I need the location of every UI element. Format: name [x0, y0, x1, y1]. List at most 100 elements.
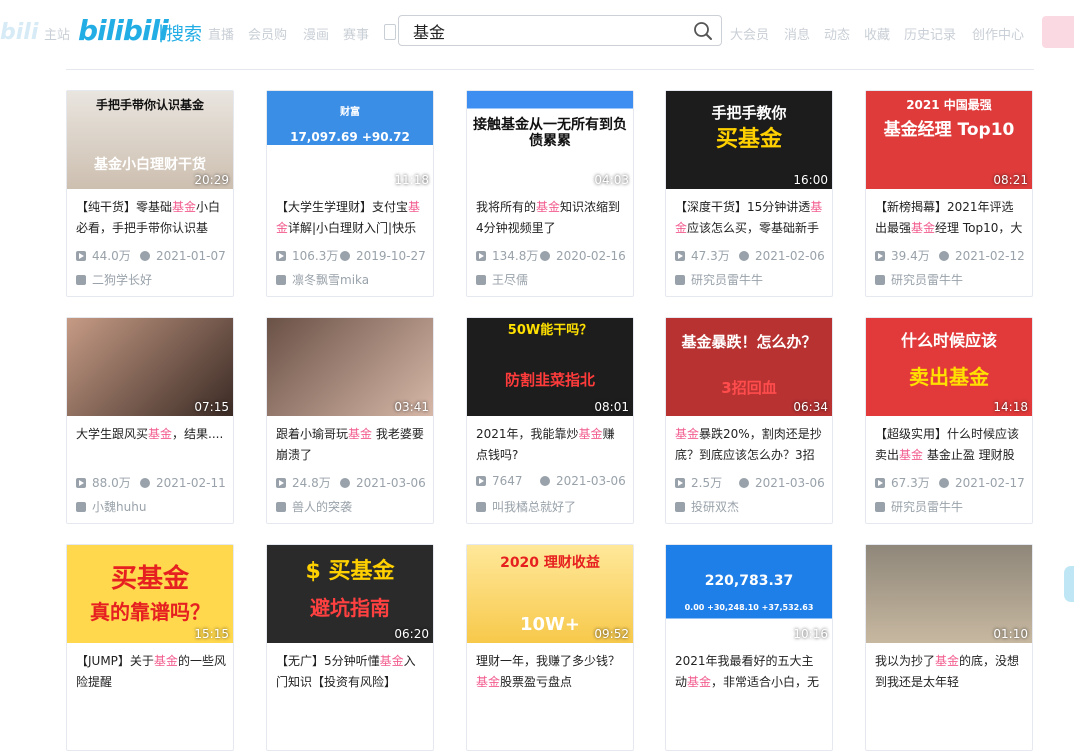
video-thumbnail[interactable]: 2021 中国最强 基金经理 Top10 08:21 — [866, 91, 1032, 189]
video-thumbnail[interactable]: 2020 理财收益 10W+ 09:52 — [467, 545, 633, 643]
uploader-name: 投研双杰 — [691, 500, 740, 514]
video-card[interactable]: 03:41 跟着小瑜哥玩基金 我老婆要崩溃了 24.8万 2021-03-06 … — [266, 317, 434, 524]
video-title[interactable]: 【纯干货】零基础基金小白必看，手把手带你认识基 — [76, 197, 226, 239]
upload-date: 2021-03-06 — [755, 475, 825, 490]
play-count-icon — [675, 477, 685, 488]
video-thumbnail[interactable]: $ 买基金 避坑指南 06:20 — [267, 545, 433, 643]
bilibili-logo[interactable]: bilibili — [78, 14, 169, 47]
thumbnail-caption: 买基金 — [110, 564, 189, 594]
video-title[interactable]: 2021年我最看好的五大主动基金，非常适合小白，无需 — [675, 651, 825, 693]
ghost-logo: bili — [0, 20, 39, 45]
video-thumbnail[interactable]: 03:41 — [267, 318, 433, 416]
uploader[interactable]: 研究员雷牛牛 — [675, 271, 763, 288]
video-title[interactable]: 大学生跟风买基金，结果.... — [76, 424, 226, 466]
video-title[interactable]: 我以为抄了基金的底，没想到我还是太年轻 — [875, 651, 1025, 693]
clock-icon — [540, 250, 550, 261]
video-title[interactable]: 理财一年，我赚了多少钱？ 基金股票盈亏盘点 — [476, 651, 626, 693]
video-thumbnail[interactable]: 17,097.69 +90.72 财富 11:18 — [267, 91, 433, 189]
play-count: 39.4万 — [891, 249, 930, 263]
video-title[interactable]: 【大学生学理财】支付宝基金详解|小白理财入门|快乐 — [276, 197, 426, 239]
title-text-rest: ，结果.... — [172, 427, 224, 441]
video-title[interactable]: 【JUMP】关于基金的一些风险提醒 — [76, 651, 226, 693]
video-card[interactable]: 2020 理财收益 10W+ 09:52 理财一年，我赚了多少钱？ 基金股票盈亏盘… — [466, 544, 634, 751]
play-count-icon — [76, 477, 86, 488]
video-thumbnail[interactable]: 接触基金从一无所有到负债累累 04:03 — [467, 91, 633, 189]
nav-vip[interactable]: 大会员 — [730, 24, 769, 43]
video-title[interactable]: 【超级实用】什么时候应该卖出基金 基金止盈 理财股票 — [875, 424, 1025, 466]
video-title[interactable]: 我将所有的基金知识浓缩到4分钟视频里了 — [476, 197, 626, 239]
video-thumbnail[interactable]: 什么时候应该 卖出基金 14:18 — [866, 318, 1032, 416]
nav-events[interactable]: 赛事 — [343, 24, 369, 43]
uploader[interactable]: 王尽儒 — [476, 271, 528, 288]
uploader-name: 兽人的突袭 — [292, 500, 353, 514]
video-card[interactable]: 什么时候应该 卖出基金 14:18 【超级实用】什么时候应该卖出基金 基金止盈 … — [865, 317, 1033, 524]
nav-creator[interactable]: 创作中心 — [972, 24, 1024, 43]
play-count: 24.8万 — [292, 476, 331, 490]
upload-date: 2020-02-16 — [556, 248, 626, 263]
nav-main-site[interactable]: 主站 — [44, 24, 70, 43]
video-card[interactable]: 17,097.69 +90.72 财富 11:18 【大学生学理财】支付宝基金详… — [266, 90, 434, 297]
play-count: 67.3万 — [891, 476, 930, 490]
search-input[interactable] — [413, 20, 683, 42]
download-icon[interactable] — [384, 24, 396, 40]
title-keyword: 基金 — [578, 427, 603, 441]
video-card[interactable]: 买基金 真的靠谱吗？ 15:15 【JUMP】关于基金的一些风险提醒 — [66, 544, 234, 751]
uploader-icon — [675, 274, 685, 285]
nav-favorites[interactable]: 收藏 — [864, 24, 890, 43]
side-float-icon[interactable] — [1064, 566, 1074, 602]
nav-messages[interactable]: 消息 — [784, 24, 810, 43]
nav-live[interactable]: 直播 — [208, 24, 234, 43]
video-title[interactable]: 【无广】5分钟听懂基金入门知识【投资有风险】 — [276, 651, 426, 693]
video-thumbnail[interactable]: 01:10 — [866, 545, 1032, 643]
thumbnail-subcaption: 0.00 +30,248.10 +37,532.63 — [684, 603, 814, 612]
video-card[interactable]: $ 买基金 避坑指南 06:20 【无广】5分钟听懂基金入门知识【投资有风险】 — [266, 544, 434, 751]
uploader[interactable]: 研究员雷牛牛 — [875, 498, 963, 515]
video-card[interactable]: 手把手带你认识基金 基金小白理财干货 20:29 【纯干货】零基础基金小白必看，… — [66, 90, 234, 297]
title-keyword: 基金 — [687, 675, 712, 689]
search-icon[interactable] — [693, 21, 713, 41]
video-card[interactable]: 50W能干吗？ 防割韭菜指北 08:01 2021年，我能靠炒基金赚点钱吗? 7… — [466, 317, 634, 524]
uploader[interactable]: 兽人的突袭 — [276, 498, 352, 515]
uploader-name: 二狗学长好 — [92, 273, 153, 287]
video-thumbnail[interactable]: 基金暴跌！怎么办？ 3招回血 06:34 — [666, 318, 832, 416]
video-thumbnail[interactable]: 50W能干吗？ 防割韭菜指北 08:01 — [467, 318, 633, 416]
video-title[interactable]: 【新榜揭幕】2021年评选出最强基金经理 Top10，大学 — [875, 197, 1025, 239]
video-card[interactable]: 2021 中国最强 基金经理 Top10 08:21 【新榜揭幕】2021年评选… — [865, 90, 1033, 297]
video-card[interactable]: 01:10 我以为抄了基金的底，没想到我还是太年轻 — [865, 544, 1033, 751]
video-card[interactable]: 220,783.37 0.00 +30,248.10 +37,532.63 10… — [665, 544, 833, 751]
uploader[interactable]: 凛冬飘雪mika — [276, 271, 369, 288]
nav-dynamic[interactable]: 动态 — [824, 24, 850, 43]
uploader[interactable]: 研究员雷牛牛 — [875, 271, 963, 288]
video-thumbnail[interactable]: 手把手教你 买基金 16:00 — [666, 91, 832, 189]
uploader-icon — [76, 274, 86, 285]
uploader[interactable]: 小魏huhu — [76, 498, 146, 515]
title-keyword: 基金 — [153, 654, 178, 668]
video-duration: 20:29 — [194, 173, 229, 187]
play-count-icon — [76, 250, 86, 261]
uploader[interactable]: 叫我橘总就好了 — [476, 498, 576, 515]
video-thumbnail[interactable]: 07:15 — [67, 318, 233, 416]
video-title[interactable]: 基金暴跌20%，割肉还是抄底？到底应该怎么办？3招 — [675, 424, 825, 466]
uploader[interactable]: 二狗学长好 — [76, 271, 152, 288]
uploader[interactable]: 投研双杰 — [675, 498, 739, 515]
video-card[interactable]: 07:15 大学生跟风买基金，结果.... 88.0万 2021-02-11 小… — [66, 317, 234, 524]
nav-history[interactable]: 历史记录 — [904, 24, 956, 43]
video-thumbnail[interactable]: 买基金 真的靠谱吗？ 15:15 — [67, 545, 233, 643]
title-text: 【纯干货】零基础 — [76, 200, 173, 214]
video-card[interactable]: 基金暴跌！怎么办？ 3招回血 06:34 基金暴跌20%，割肉还是抄底？到底应该… — [665, 317, 833, 524]
play-count: 2.5万 — [691, 476, 723, 490]
video-card[interactable]: 手把手教你 买基金 16:00 【深度干货】15分钟讲透基金应该怎么买，零基础新… — [665, 90, 833, 297]
video-thumbnail[interactable]: 220,783.37 0.00 +30,248.10 +37,532.63 10… — [666, 545, 832, 643]
video-thumbnail[interactable]: 手把手带你认识基金 基金小白理财干货 20:29 — [67, 91, 233, 189]
video-title[interactable]: 跟着小瑜哥玩基金 我老婆要崩溃了 — [276, 424, 426, 466]
video-title[interactable]: 【深度干货】15分钟讲透基金应该怎么买，零基础新手 — [675, 197, 825, 239]
video-card[interactable]: 接触基金从一无所有到负债累累 04:03 我将所有的基金知识浓缩到4分钟视频里了… — [466, 90, 634, 297]
play-count: 47.3万 — [691, 249, 730, 263]
nav-mall[interactable]: 会员购 — [248, 24, 287, 43]
video-meta: 88.0万 2021-02-11 — [76, 474, 230, 491]
upload-button[interactable] — [1042, 16, 1074, 48]
video-title[interactable]: 2021年，我能靠炒基金赚点钱吗? — [476, 424, 626, 466]
title-text: 跟着小瑜哥玩 — [276, 427, 349, 441]
uploader-name: 研究员雷牛牛 — [891, 500, 964, 514]
nav-manga[interactable]: 漫画 — [303, 24, 329, 43]
